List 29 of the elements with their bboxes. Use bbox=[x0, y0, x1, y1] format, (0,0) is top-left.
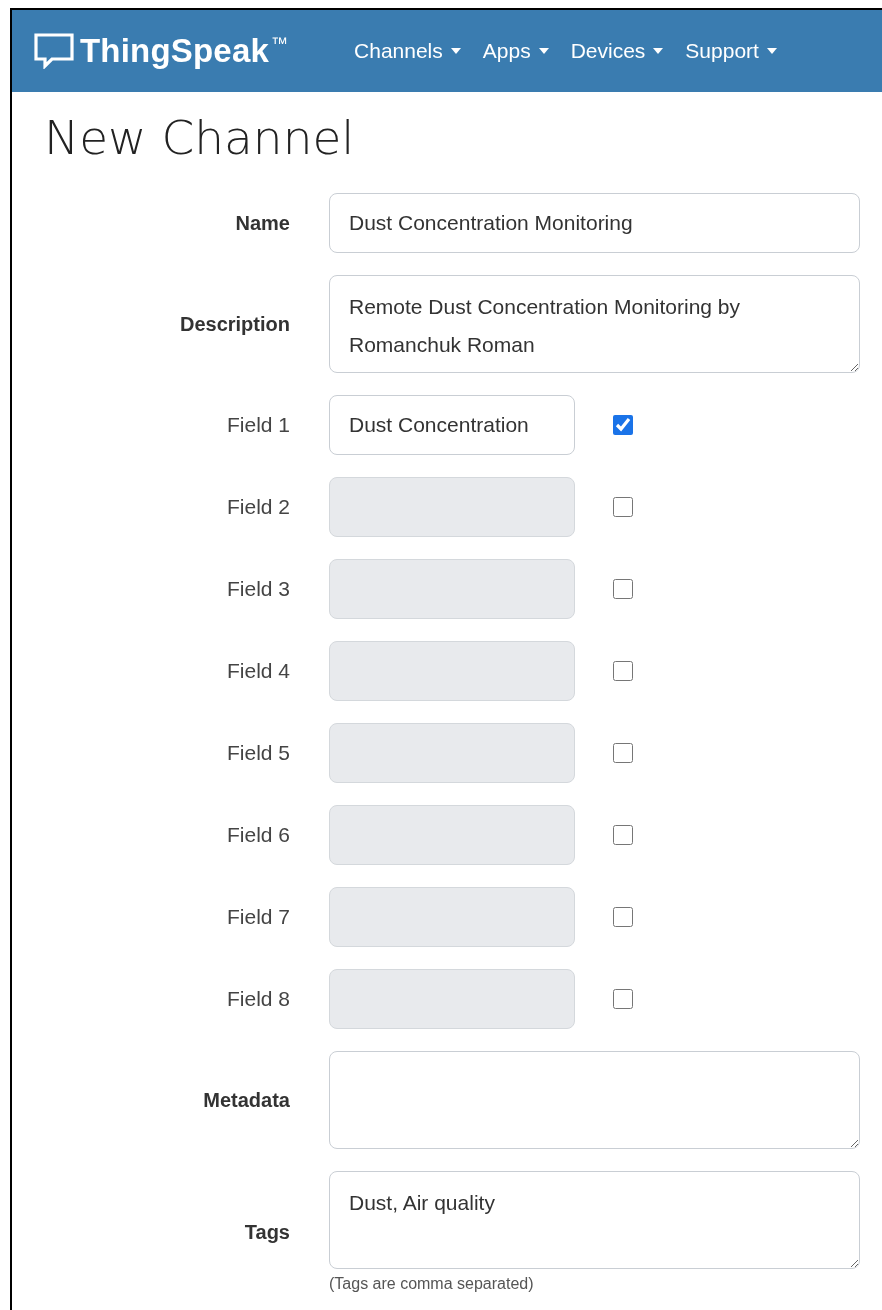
text-area[interactable]: Remote Dust Concentration Monitoring by Romanchuk Roman bbox=[329, 275, 860, 373]
field-label: Metadata bbox=[202, 1088, 290, 1112]
field-label: Field 4 bbox=[225, 659, 290, 683]
speech-bubble-icon bbox=[34, 33, 74, 69]
field-label: Tags bbox=[243, 1221, 290, 1244]
field-label: Field 1 bbox=[225, 413, 290, 437]
field-label: Description bbox=[178, 312, 290, 336]
caret-icon bbox=[653, 48, 664, 54]
caret-icon bbox=[538, 48, 549, 54]
field-label: Name bbox=[234, 211, 290, 235]
field-label: Field 8 bbox=[225, 987, 290, 1011]
help-text: (Tags are comma separated) bbox=[329, 1275, 535, 1293]
caret-icon bbox=[450, 48, 461, 54]
field-label: Field 2 bbox=[225, 495, 290, 519]
text-area[interactable]: Dust, Air quality bbox=[329, 1171, 860, 1269]
nav-menu-link[interactable]: Support bbox=[685, 39, 777, 63]
field-label: Field 5 bbox=[225, 741, 290, 765]
brand-link[interactable]: ThingSpeak™ bbox=[34, 32, 289, 70]
field-label: Field 3 bbox=[225, 577, 290, 601]
text-input[interactable]: Dust Concentration Monitoring bbox=[329, 193, 860, 253]
field-label: Field 6 bbox=[225, 823, 290, 847]
nav-menu-link[interactable]: Channels bbox=[354, 39, 461, 63]
nav-menu-link[interactable]: Apps bbox=[482, 39, 549, 63]
field-label: Field 7 bbox=[225, 905, 290, 929]
text-input[interactable]: Dust Concentration bbox=[329, 395, 575, 455]
caret-icon bbox=[766, 48, 777, 54]
page-title: New Channel bbox=[44, 110, 356, 165]
checkbox[interactable] bbox=[613, 415, 633, 435]
nav-menu-link[interactable]: Devices bbox=[570, 39, 664, 63]
